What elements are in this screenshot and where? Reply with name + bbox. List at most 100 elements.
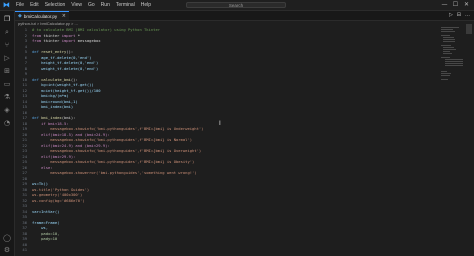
settings-gear-icon[interactable]: ⚙ [3,246,11,254]
code-text: frame=Frame( [32,219,60,225]
docker-icon[interactable]: ◈ [3,106,11,114]
code-text: height_tf.delete(0,'end') [32,60,99,65]
code-text: messagebox.showinfo('bmi-pythonguides',f… [32,148,202,153]
menu-selection[interactable]: Selection [45,2,66,8]
import-target: messagebox [75,38,101,43]
minimap-line [445,61,463,62]
code-text: ws=Tk() [32,181,49,186]
files-icon[interactable]: ❐ [3,15,11,23]
minimap-line [443,41,455,42]
line-number-gutter: 1 2 3 4 5 6 7 8 9 10 11 12 13 14 15 16 1… [15,27,27,253]
mouse-cursor-icon: I [219,120,221,127]
punctuation: (): [66,49,74,54]
minimap-line [443,37,454,38]
comment: # to calculate BMI (BMI calculator) usin… [32,27,161,32]
window-controls: — ☐ ✕ [439,1,472,8]
breadcrumb[interactable]: python-tut > bmiCalculator.py > ... [18,21,78,26]
code-line: pady=10 [32,236,203,242]
line-number: 41 [22,247,27,252]
code-text: ws.title('Python Guides') [32,186,90,192]
close-window-icon[interactable]: ✕ [461,1,472,8]
menu-file[interactable]: File [16,2,24,8]
code-editor[interactable]: 1 2 3 4 5 6 7 8 9 10 11 12 13 14 15 16 1… [15,27,435,256]
code-text: kg=int(weight_tf.get()) [32,82,94,87]
keyword: def [32,49,39,54]
extensions-icon[interactable]: ⊞ [3,67,11,75]
code-line: messagebox.showerror('bmi-pythonguides',… [32,170,203,176]
code-text: else: [32,164,53,170]
code-text: messagebox.showinfo('bmi-pythonguides',f… [32,126,204,131]
jupyter-icon[interactable]: ◔ [3,119,11,127]
keyword: from [32,38,42,43]
source-control-icon[interactable]: ⑂ [3,41,11,49]
function-name: reset_entry [38,49,67,54]
keyword: import [61,32,76,38]
tab-bmicalculator[interactable]: ◆ bmiCalculator.py × [15,11,69,20]
minimap-line [441,79,448,80]
menu-go[interactable]: Go [88,2,95,8]
code-text: messagebox.showinfo('bmi-pythonguides',f… [32,159,195,164]
menu-bar: File Edit Selection View Go Run Terminal… [16,2,157,8]
minimap-line [443,39,455,40]
minimap-line [443,47,454,48]
minimap-line [445,63,463,64]
minimap-line [443,49,456,50]
keyword: def [32,115,39,120]
search-placeholder: Search [228,2,244,8]
minimap-line [441,75,450,76]
module: tkinter [41,38,62,43]
code-content[interactable]: # to calculate BMI (BMI calculator) usin… [32,27,203,242]
more-actions-icon[interactable]: … [465,12,470,18]
menu-edit[interactable]: Edit [30,2,39,8]
scrollbar-thumb[interactable] [466,24,472,34]
menu-run[interactable]: Run [101,2,110,8]
tab-actions: ▷ ⊟ … [445,12,470,18]
testing-icon[interactable]: ⚗ [3,93,11,101]
code-text: m=int(height_tf.get())/100 [32,87,101,93]
import-target: * [75,32,81,38]
menu-view[interactable]: View [71,2,82,8]
minimap-line [441,27,459,28]
code-text: pady=10 [32,236,58,241]
function-name: bmi_index [38,115,62,120]
vertical-scrollbar[interactable] [466,21,472,256]
function-name: calculate_bmi [38,76,71,82]
menu-help[interactable]: Help [141,2,151,8]
remote-icon[interactable]: ▭ [3,80,11,88]
keyword: import [61,38,76,43]
code-text: padx=10, [32,230,60,236]
close-tab-icon[interactable]: × [62,13,66,19]
minimap-line [441,35,450,36]
code-text: elif(bmi>29.9): [32,153,76,159]
minimap-line [441,45,451,46]
split-editor-icon[interactable]: ⊟ [457,12,461,18]
minimap-line [443,53,452,54]
minimap-line [441,31,455,32]
minimize-icon[interactable]: — [439,1,450,8]
run-file-icon[interactable]: ▷ [449,12,453,18]
code-text: bmi=round(bmi,1) [32,98,78,104]
menu-terminal[interactable]: Terminal [116,2,135,8]
minimap-line [441,71,447,72]
run-debug-icon[interactable]: ▷ [3,54,11,62]
maximize-icon[interactable]: ☐ [450,1,461,8]
minimap-line [441,73,451,74]
minimap-line [443,51,450,52]
code-text: age_tf.delete(0,'end') [32,54,92,60]
minimap-line [441,57,450,58]
title-bar: ⧓ File Edit Selection View Go Run Termin… [0,0,474,11]
code-line: messagebox.showinfo('bmi-pythonguides',f… [32,159,203,165]
code-text: var=IntVar() [32,208,60,214]
code-text: bmi_index(bmi) [32,104,74,109]
punctuation: (): [70,76,78,82]
search-icon[interactable]: ⌕ [3,28,11,36]
tab-label: bmiCalculator.py [23,13,58,19]
command-center-search[interactable]: Search [186,2,286,8]
python-file-icon: ◆ [18,13,22,19]
account-icon[interactable]: ◯ [3,234,11,242]
code-text: ws.geometry('400x300') [32,192,83,197]
minimap[interactable] [441,27,463,87]
vscode-logo-icon: ⧓ [3,0,10,9]
code-text: weight_tf.delete(0,'end') [32,65,99,71]
keyword: from [32,32,42,38]
